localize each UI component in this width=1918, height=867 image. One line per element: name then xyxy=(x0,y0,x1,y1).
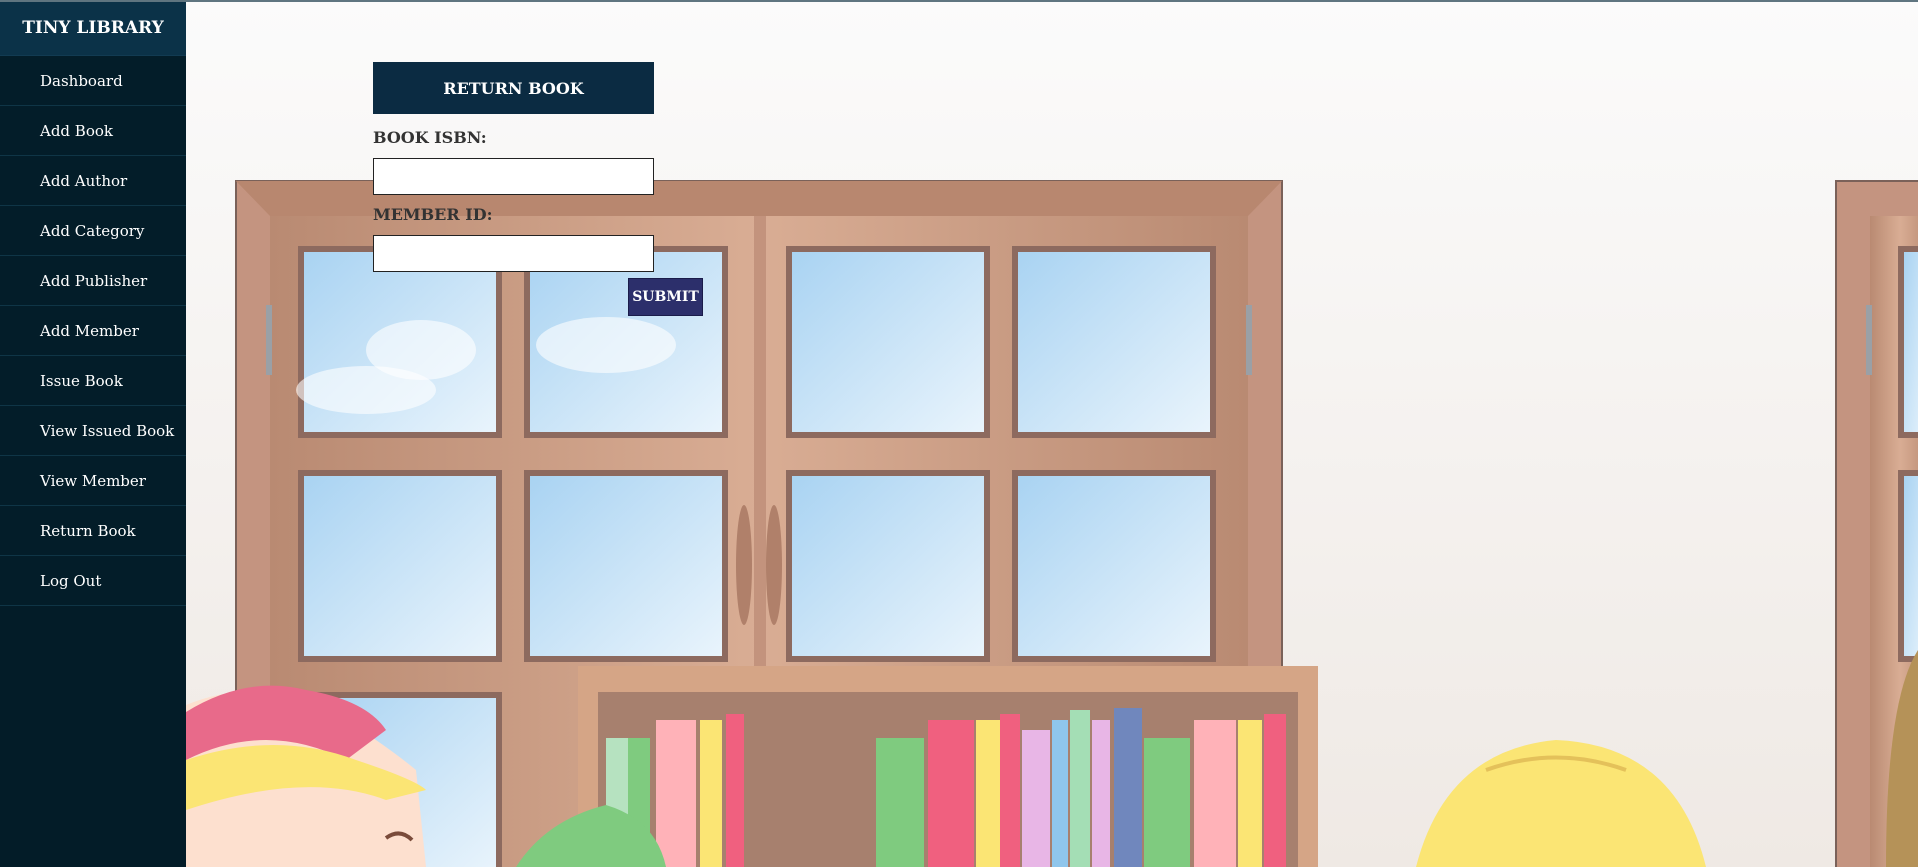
isbn-input[interactable] xyxy=(373,158,654,195)
sidebar-item-add-publisher[interactable]: Add Publisher xyxy=(0,256,186,306)
sidebar: TINY LIBRARY Dashboard Add Book Add Auth… xyxy=(0,0,186,867)
submit-button[interactable]: SUBMIT xyxy=(628,278,703,316)
sidebar-item-view-issued-book[interactable]: View Issued Book xyxy=(0,406,186,456)
isbn-label: BOOK ISBN: xyxy=(373,128,487,147)
sidebar-item-view-member[interactable]: View Member xyxy=(0,456,186,506)
page-title: RETURN BOOK xyxy=(373,62,654,114)
app-title: TINY LIBRARY xyxy=(0,0,186,56)
bookshelf-illustration xyxy=(578,666,1318,867)
sidebar-item-dashboard[interactable]: Dashboard xyxy=(0,56,186,106)
sidebar-item-add-category[interactable]: Add Category xyxy=(0,206,186,256)
top-border xyxy=(0,0,1918,2)
member-id-label: MEMBER ID: xyxy=(373,205,493,224)
sidebar-item-add-author[interactable]: Add Author xyxy=(0,156,186,206)
sidebar-item-add-book[interactable]: Add Book xyxy=(0,106,186,156)
sidebar-item-log-out[interactable]: Log Out xyxy=(0,556,186,606)
sidebar-item-issue-book[interactable]: Issue Book xyxy=(0,356,186,406)
sidebar-item-add-member[interactable]: Add Member xyxy=(0,306,186,356)
sidebar-item-return-book[interactable]: Return Book xyxy=(0,506,186,556)
return-book-form: RETURN BOOK BOOK ISBN: MEMBER ID: SUBMIT xyxy=(373,62,703,316)
member-id-input[interactable] xyxy=(373,235,654,272)
